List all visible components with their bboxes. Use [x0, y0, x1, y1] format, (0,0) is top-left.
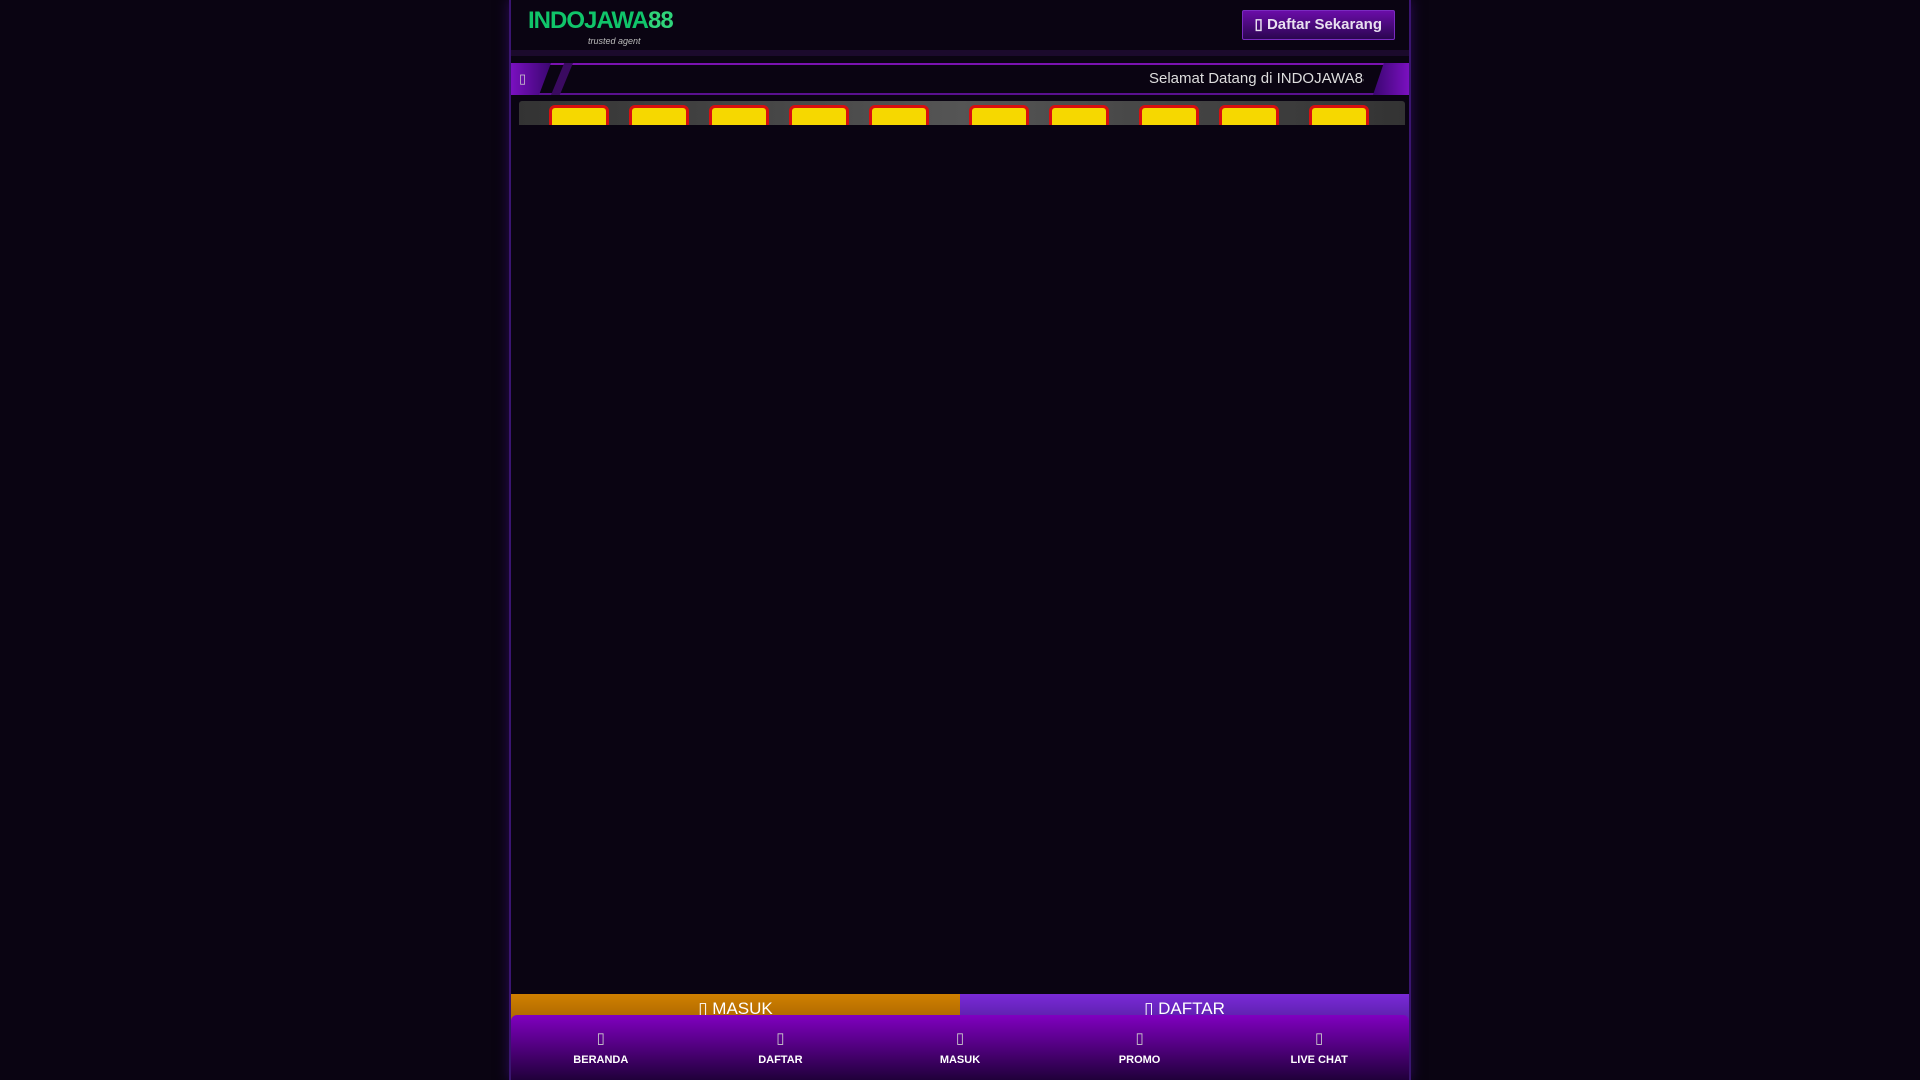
user-plus-icon: ▯: [776, 1030, 785, 1047]
banner-letter: [969, 105, 1029, 125]
bottom-nav: ▯ BERANDA ▯ DAFTAR ▯ MASUK ▯ PROMO ▯ LIVE CHA…: [511, 1015, 1409, 1080]
nav-masuk[interactable]: ▯ MASUK: [870, 1015, 1050, 1080]
header: INDOJAWA88 trusted agent ▯ Daftar Sekaran…: [511, 0, 1409, 50]
banner-letter: [1309, 105, 1369, 125]
promo-banner[interactable]: [519, 101, 1405, 125]
nav-label: PROMO: [1118, 1054, 1161, 1066]
banner-letter: [549, 105, 609, 125]
user-plus-icon: ▯: [1254, 16, 1267, 33]
logo[interactable]: INDOJAWA88 trusted agent: [528, 7, 674, 47]
login-icon: ▯: [955, 1030, 965, 1047]
logo-tagline: trusted agent: [588, 36, 641, 46]
banner-letter: [1219, 105, 1279, 125]
chat-icon: ▯: [1315, 1030, 1324, 1047]
marquee-right-decor: [1373, 63, 1409, 95]
nav-label: MASUK: [939, 1054, 981, 1066]
register-now-label: Daftar Sekarang: [1266, 16, 1382, 33]
banner-letter: [629, 105, 689, 125]
main-column: INDOJAWA88 trusted agent ▯ Daftar Sekaran…: [509, 0, 1411, 1080]
home-icon: ▯: [596, 1030, 605, 1047]
nav-label: BERANDA: [573, 1054, 629, 1066]
gift-icon: ▯: [1135, 1030, 1144, 1047]
banner-letter: [709, 105, 769, 125]
nav-label: DAFTAR: [758, 1054, 803, 1066]
marquee-left-decor: [511, 63, 551, 95]
megaphone-icon: ▯: [519, 71, 527, 86]
announcement-marquee: ▯ Selamat Datang di INDOJAWA88: [511, 63, 1409, 95]
marquee-text: Selamat Datang di INDOJAWA88: [1149, 70, 1364, 87]
divider: [511, 50, 1409, 56]
nav-daftar[interactable]: ▯ DAFTAR: [691, 1015, 871, 1080]
marquee-left-decor: [551, 63, 573, 95]
logo-number: 88: [648, 7, 674, 34]
banner-letter: [869, 105, 929, 125]
banner-letter: [789, 105, 849, 125]
banner-letter: [1049, 105, 1109, 125]
nav-beranda[interactable]: ▯ BERANDA: [511, 1015, 691, 1080]
banner-letter: [1139, 105, 1199, 125]
nav-live-chat[interactable]: ▯ LIVE CHAT: [1229, 1015, 1409, 1080]
nav-label: LIVE CHAT: [1290, 1054, 1348, 1066]
register-now-button[interactable]: ▯ Daftar Sekarang: [1241, 10, 1395, 40]
nav-promo[interactable]: ▯ PROMO: [1050, 1015, 1230, 1080]
